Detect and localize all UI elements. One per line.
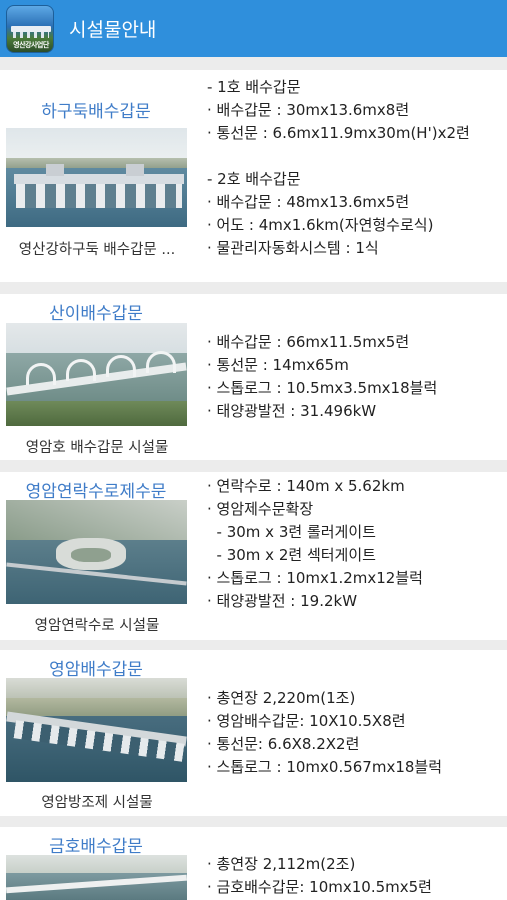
spec-line: · 배수갑문 : 30mx13.6mx8련 xyxy=(207,101,410,119)
spec-line xyxy=(207,145,470,168)
facility-card-hagudoog[interactable]: 하구둑배수갑문 영산강하구둑 배수갑문 ... - 1호 배수갑문 · 배수갑문… xyxy=(0,70,507,282)
spec-line: · 영암배수갑문: 10X10.5X8련 xyxy=(207,712,406,730)
facility-caption: 영암연락수로 시설물 xyxy=(34,618,160,634)
spec-line: · 스톱로그 : 10.5mx3.5mx18블럭 xyxy=(207,379,438,397)
facility-specs: · 연락수로 : 140m x 5.62km · 영암제수문확장 - 30m x… xyxy=(207,475,423,613)
spec-line: · 총연장 2,220m(1조) xyxy=(207,689,356,707)
facility-name: 영암배수갑문 xyxy=(49,660,143,680)
spec-line: - 2호 배수갑문 xyxy=(207,170,301,188)
spec-line: · 통선문 : 6.6mx11.9mx30m(H')x2련 xyxy=(207,124,470,142)
spec-line: · 총연장 2,112m(2조) xyxy=(207,855,356,873)
spec-line: · 어도 : 4mx1.6km(자연형수로식) xyxy=(207,216,434,234)
facility-photo xyxy=(6,128,187,227)
facility-photo xyxy=(6,323,187,426)
spec-line: · 영암제수문확장 xyxy=(207,500,314,518)
page-title: 시설물안내 xyxy=(69,19,157,41)
spec-line: · 태양광발전 : 31.496kW xyxy=(207,402,377,420)
spec-line: - 30m x 2련 섹터게이트 xyxy=(207,546,376,564)
facility-name: 영암연락수로제수문 xyxy=(25,482,167,502)
spec-line: · 통선문: 6.6X8.2X2련 xyxy=(207,735,360,753)
facility-card-sani[interactable]: 산이배수갑문 영암호 배수갑문 시설물 · 배수갑문 : 66mx11.5mx5… xyxy=(0,294,507,460)
spec-line: · 스톱로그 : 10mx0.567mx18블럭 xyxy=(207,758,443,776)
spec-line: · 물관리자동화시스템 : 1식 xyxy=(207,239,379,257)
app-logo-icon[interactable]: 영산강사업단 xyxy=(6,5,54,53)
app-bar: 영산강사업단 시설물안내 xyxy=(0,0,507,57)
facility-specs: · 총연장 2,112m(2조) · 금호배수갑문: 10mx10.5mx5련 xyxy=(207,853,432,899)
spec-line: · 스톱로그 : 10mx1.2mx12블럭 xyxy=(207,569,423,587)
facility-name: 하구둑배수갑문 xyxy=(41,102,151,122)
facility-name: 산이배수갑문 xyxy=(49,304,143,324)
facility-caption: 영암호 배수갑문 시설물 xyxy=(25,440,169,456)
facility-card-yeongam-channel[interactable]: 영암연락수로제수문 영암연락수로 시설물 · 연락수로 : 140m x 5.6… xyxy=(0,472,507,640)
facility-photo xyxy=(6,500,187,604)
logo-text: 영산강사업단 xyxy=(13,41,49,49)
spec-line: · 배수갑문 : 66mx11.5mx5련 xyxy=(207,333,410,351)
spec-line: · 통선문 : 14mx65m xyxy=(207,356,349,374)
spec-line: - 30m x 3련 롤러게이트 xyxy=(207,523,376,541)
spec-line: · 금호배수갑문: 10mx10.5mx5련 xyxy=(207,878,432,896)
facility-name: 금호배수갑문 xyxy=(49,837,143,857)
facility-card-geumho[interactable]: 금호배수갑문 · 총연장 2,112m(2조) · 금호배수갑문: 10mx10… xyxy=(0,827,507,900)
facility-caption: 영산강하구둑 배수갑문 ... xyxy=(18,242,176,258)
facility-specs: · 배수갑문 : 66mx11.5mx5련 · 통선문 : 14mx65m · … xyxy=(207,331,437,423)
facility-specs: - 1호 배수갑문 · 배수갑문 : 30mx13.6mx8련 · 통선문 : … xyxy=(207,76,470,260)
facility-photo xyxy=(6,855,187,900)
spec-line: · 태양광발전 : 19.2kW xyxy=(207,592,358,610)
spec-line: - 1호 배수갑문 xyxy=(207,78,301,96)
spec-line: · 배수갑문 : 48mx13.6mx5련 xyxy=(207,193,410,211)
facility-specs: · 총연장 2,220m(1조) · 영암배수갑문: 10X10.5X8련 · … xyxy=(207,687,442,779)
spec-line: · 연락수로 : 140m x 5.62km xyxy=(207,477,405,495)
facility-caption: 영암방조제 시설물 xyxy=(41,795,153,811)
facility-card-yeongam[interactable]: 영암배수갑문 영암방조제 시설물 · 총연장 2,220m(1조) · 영암배수… xyxy=(0,650,507,816)
facility-photo xyxy=(6,678,187,782)
